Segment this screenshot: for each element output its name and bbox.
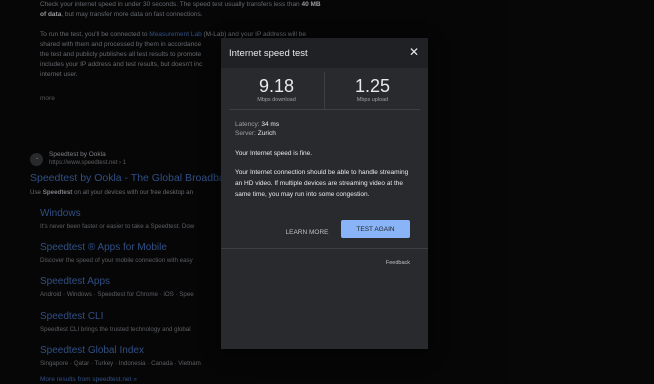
status-description: Your Internet connection should be able … <box>235 169 409 198</box>
test-again-button[interactable]: TEST AGAIN <box>341 220 410 238</box>
dialog-divider <box>221 248 428 249</box>
server-label: Server: <box>235 130 256 137</box>
close-icon[interactable]: ✕ <box>409 45 419 59</box>
latency-row: Latency: 34 ms <box>235 120 279 129</box>
upload-metric: 1.25 Mbps upload <box>324 72 420 109</box>
download-unit: Mbps download <box>257 97 296 103</box>
server-value: Zurich <box>257 130 276 137</box>
speed-test-dialog: Internet speed test ✕ 9.18 Mbps download… <box>221 38 428 349</box>
speed-metrics: 9.18 Mbps download 1.25 Mbps upload <box>229 72 420 110</box>
download-metric: 9.18 Mbps download <box>229 72 324 109</box>
download-value: 9.18 <box>258 76 295 96</box>
status-message: Your Internet speed is fine. <box>235 150 313 157</box>
upload-value: 1.25 <box>354 76 391 96</box>
learn-more-button[interactable]: LEARN MORE <box>279 224 335 240</box>
upload-unit: Mbps upload <box>356 97 389 103</box>
latency-label: Latency: <box>235 121 260 128</box>
dialog-header: Internet speed test ✕ <box>221 38 428 68</box>
dialog-title: Internet speed test <box>229 48 308 59</box>
server-row: Server: Zurich <box>235 129 276 138</box>
latency-value: 34 ms <box>261 121 280 128</box>
feedback-link[interactable]: Feedback <box>386 260 410 266</box>
